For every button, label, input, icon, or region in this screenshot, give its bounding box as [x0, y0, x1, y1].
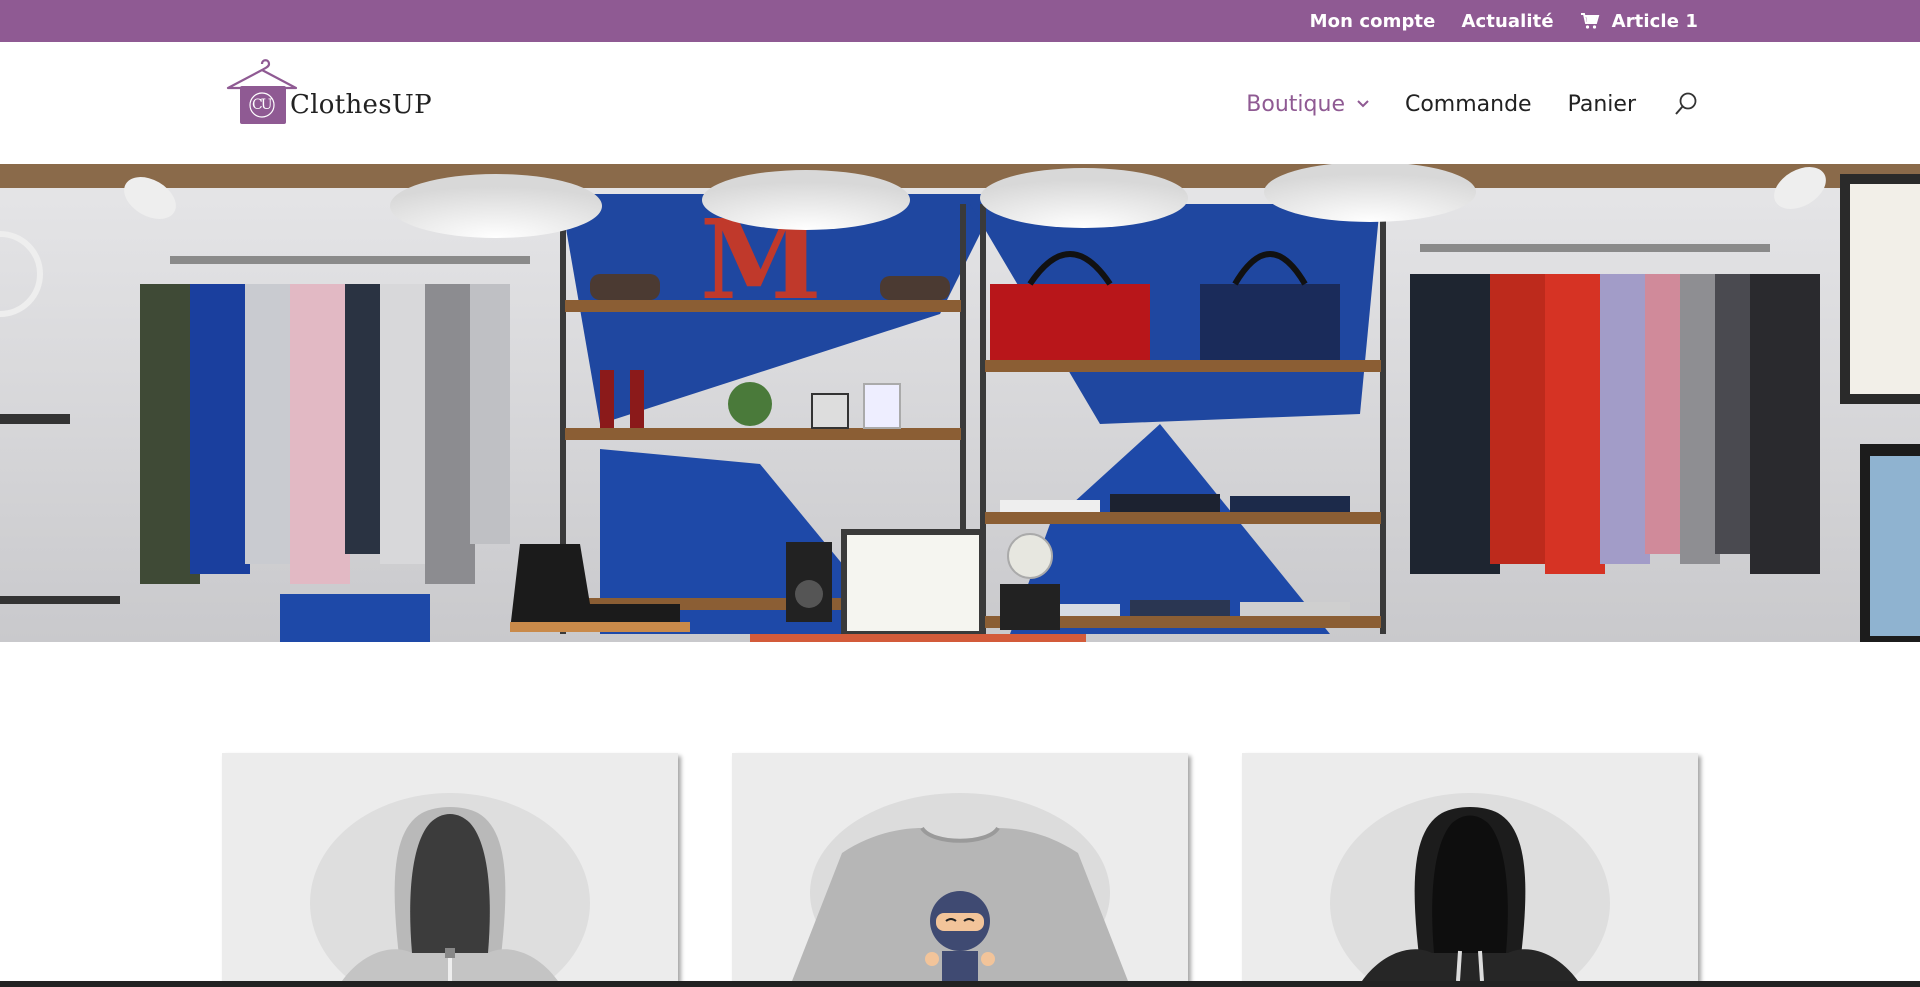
site-logo[interactable]: CU ClothesUP — [226, 54, 436, 126]
cart-icon — [1580, 13, 1599, 29]
logo-text: ClothesUP — [290, 90, 432, 120]
hanger-icon — [226, 59, 298, 124]
nav-item-cart[interactable]: Panier — [1568, 92, 1636, 117]
news-link[interactable]: Actualité — [1461, 11, 1553, 32]
window-bottom-edge — [0, 981, 1920, 987]
nav-item-order[interactable]: Commande — [1405, 92, 1532, 117]
main-nav: Boutique Commande Panier — [1246, 86, 1698, 122]
nav-item-shop-label: Boutique — [1246, 91, 1345, 117]
cart-link[interactable]: Article 1 — [1580, 11, 1698, 32]
top-bar-links: Mon compte Actualité Article 1 — [1310, 0, 1698, 42]
hero-banner-image: M — [0, 164, 1920, 642]
black-hoodie-image — [1330, 793, 1610, 981]
store-interior-illustration: M — [0, 164, 1920, 642]
product-card-grey-hoodie[interactable] — [222, 753, 678, 981]
chevron-down-icon — [1357, 100, 1369, 108]
cart-link-label: Article 1 — [1611, 10, 1698, 32]
product-card-black-hoodie[interactable] — [1242, 753, 1698, 981]
logo-monogram: CU — [252, 97, 272, 113]
grey-hoodie-image — [310, 793, 590, 981]
nav-item-shop[interactable]: Boutique — [1246, 92, 1369, 117]
search-icon[interactable] — [1674, 91, 1698, 117]
top-bar: Mon compte Actualité Article 1 — [0, 0, 1920, 42]
ninja-tshirt-image — [792, 793, 1128, 981]
product-grid — [222, 753, 1698, 981]
product-card-ninja-tshirt[interactable] — [732, 753, 1188, 981]
my-account-link[interactable]: Mon compte — [1310, 11, 1436, 32]
main-header: CU ClothesUP Boutique Commande Panier — [0, 42, 1920, 164]
logo-mark: CU — [226, 56, 298, 126]
